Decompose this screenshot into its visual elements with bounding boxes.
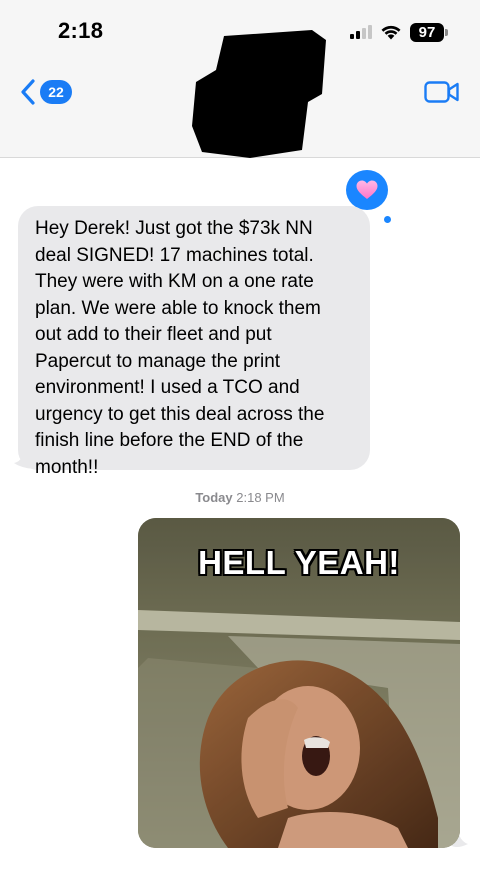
back-button[interactable]: 22 (20, 78, 72, 106)
conversation-header: 2:18 97 22 (0, 0, 480, 158)
wifi-icon (381, 25, 401, 40)
incoming-message-bubble[interactable]: Hey Derek! Just got the $73k NN deal SIG… (18, 206, 370, 478)
timestamp-time: 2:18 PM (236, 490, 285, 505)
contact-avatar-redacted[interactable] (190, 30, 330, 158)
incoming-message-text: Hey Derek! Just got the $73k NN deal SIG… (35, 218, 325, 478)
heart-tapback-icon (356, 180, 378, 199)
message-timestamp: Today 2:18 PM (0, 490, 480, 505)
unread-count-badge: 22 (40, 80, 72, 104)
cellular-signal-icon (350, 25, 372, 39)
back-chevron-icon (21, 79, 35, 105)
battery-icon: 97 (410, 22, 448, 42)
gif-caption: HELL YEAH! (198, 544, 400, 581)
heart-tapback[interactable] (346, 170, 388, 210)
status-icons: 97 (350, 20, 448, 44)
facetime-video-icon[interactable] (424, 80, 460, 104)
timestamp-day: Today (195, 490, 233, 505)
outgoing-gif-image[interactable]: HELL YEAH! (138, 518, 460, 848)
status-time: 2:18 (58, 18, 104, 43)
tapback-dot (384, 216, 391, 223)
